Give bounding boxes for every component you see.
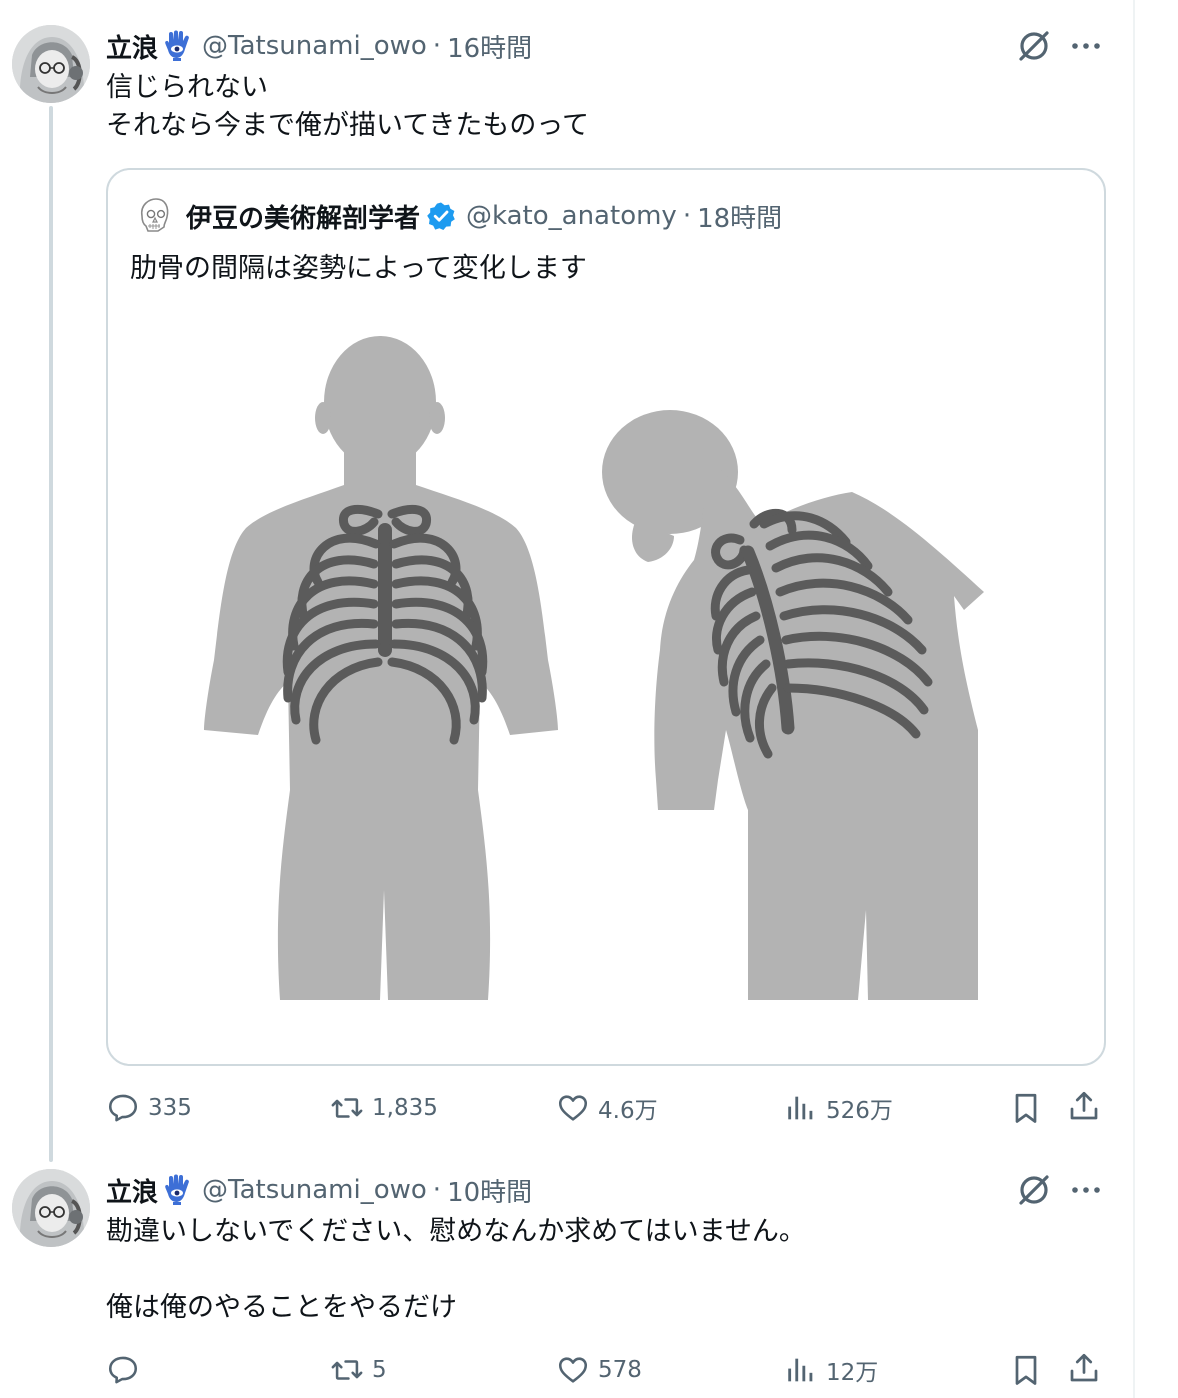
more-options-icon[interactable] <box>1066 26 1106 66</box>
column-border <box>1133 0 1135 1398</box>
verified-badge-icon <box>426 201 456 231</box>
thread-connector-line <box>49 106 53 1162</box>
separator-dot: · <box>432 31 442 61</box>
reply-icon <box>108 1356 138 1384</box>
reply-button[interactable]: 335 <box>106 1088 192 1128</box>
like-button[interactable]: 4.6万 <box>556 1088 658 1128</box>
retweet-icon <box>331 1360 363 1380</box>
heart-icon <box>558 1095 588 1121</box>
tweet-text: 勘違いしないでください、慰めなんか求めてはいません。 俺は俺のやることをやるだけ <box>106 1213 806 1327</box>
separator-dot: · <box>432 1175 442 1205</box>
view-count: 526万 <box>826 1098 893 1124</box>
quoted-tweet-header: 伊豆の美術解剖学者 @kato_anatomy · 18時間 <box>186 196 782 236</box>
retweet-button[interactable]: 1,835 <box>330 1088 438 1128</box>
rib-cage-posture-illustration <box>204 336 984 1000</box>
bookmark-icon[interactable] <box>1008 1352 1044 1388</box>
handle[interactable]: @Tatsunami_owo <box>202 31 427 61</box>
tweet-text-line: 信じられない <box>106 72 268 103</box>
tweet-text-line: 俺は俺のやることをやるだけ <box>106 1292 457 1323</box>
tweet-text: 信じられない それなら今まで俺が描いてきたものって <box>106 69 589 145</box>
separator-dot: · <box>682 201 692 231</box>
retweet-button[interactable]: 5 <box>330 1350 387 1390</box>
quoted-avatar[interactable] <box>134 196 174 236</box>
avatar[interactable] <box>12 1169 90 1247</box>
view-count: 12万 <box>826 1360 879 1386</box>
avatar[interactable] <box>12 25 90 103</box>
display-name[interactable]: 立浪 <box>106 1172 158 1209</box>
hamsa-hand-icon <box>162 30 192 62</box>
bent-figure-silhouette <box>602 410 984 1000</box>
quoted-display-name[interactable]: 伊豆の美術解剖学者 <box>186 198 420 235</box>
heart-icon <box>558 1357 588 1383</box>
share-icon[interactable] <box>1066 1350 1102 1386</box>
upright-figure-silhouette <box>204 336 558 1000</box>
share-icon[interactable] <box>1066 1088 1102 1124</box>
anime-girl-sketch-avatar <box>12 1169 90 1247</box>
like-count: 578 <box>598 1357 642 1383</box>
retweet-icon <box>331 1098 363 1118</box>
reply-icon <box>108 1094 138 1122</box>
views-button[interactable]: 12万 <box>784 1350 878 1390</box>
timestamp[interactable]: 10時間 <box>447 1172 532 1209</box>
reply-count: 335 <box>148 1095 192 1121</box>
grok-icon[interactable] <box>1014 1170 1054 1210</box>
quoted-tweet[interactable]: 伊豆の美術解剖学者 @kato_anatomy · 18時間 肋骨の間隔は姿勢に… <box>106 168 1106 1066</box>
analytics-icon <box>788 1358 813 1382</box>
analytics-icon <box>788 1096 813 1120</box>
more-options-icon[interactable] <box>1066 1170 1106 1210</box>
display-name[interactable]: 立浪 <box>106 28 158 65</box>
retweet-count: 5 <box>372 1357 387 1383</box>
tweet-header: 立浪 @Tatsunami_owo · 16時間 <box>106 26 532 66</box>
timestamp[interactable]: 16時間 <box>447 28 532 65</box>
reply-button[interactable] <box>106 1350 148 1390</box>
tweet-header: 立浪 @Tatsunami_owo · 10時間 <box>106 1170 532 1210</box>
skull-sketch-avatar <box>134 196 174 236</box>
retweet-count: 1,835 <box>372 1095 438 1121</box>
quoted-tweet-image[interactable] <box>108 310 1104 1064</box>
quoted-handle[interactable]: @kato_anatomy <box>466 201 677 231</box>
like-count: 4.6万 <box>598 1098 658 1124</box>
tweet-text-line: それなら今まで俺が描いてきたものって <box>106 110 590 141</box>
bookmark-icon[interactable] <box>1008 1090 1044 1126</box>
like-button[interactable]: 578 <box>556 1350 642 1390</box>
hamsa-hand-icon <box>162 1174 192 1206</box>
tweet-text-line: 勘違いしないでください、慰めなんか求めてはいません。 <box>106 1216 806 1247</box>
tweet-text-blank-line <box>106 1251 806 1289</box>
anime-girl-sketch-avatar <box>12 25 90 103</box>
quoted-tweet-text: 肋骨の間隔は姿勢によって変化します <box>130 253 587 284</box>
grok-icon[interactable] <box>1014 26 1054 66</box>
handle[interactable]: @Tatsunami_owo <box>202 1175 427 1205</box>
views-button[interactable]: 526万 <box>784 1088 893 1128</box>
quoted-timestamp[interactable]: 18時間 <box>697 198 782 235</box>
